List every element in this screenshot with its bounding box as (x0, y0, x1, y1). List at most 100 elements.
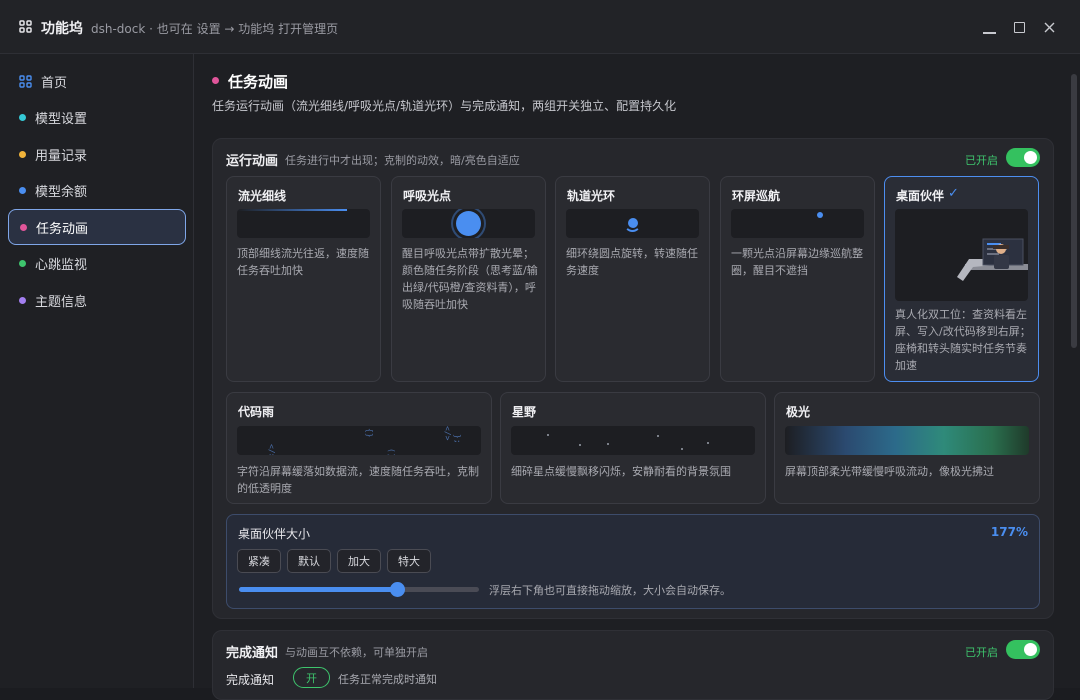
star-dot (657, 435, 659, 437)
card-preview (237, 209, 370, 238)
code-rain-glyph: </> (267, 444, 276, 455)
section-dot (212, 77, 219, 84)
card-description: 屏幕顶部柔光带缓慢呼吸流动，像极光拂过 (785, 465, 994, 478)
star-dot (579, 444, 581, 446)
size-preset-button-1[interactable]: 默认 (287, 549, 331, 573)
maximize-button[interactable] (1009, 17, 1029, 37)
anim-card-0[interactable]: 流光细线顶部细线流光往返，速度随任务吞吐加快 (226, 176, 381, 382)
sidebar-item-6[interactable]: 主题信息 (8, 282, 186, 318)
card-title: 呼吸光点 (403, 189, 452, 203)
scrollbar[interactable] (1071, 74, 1077, 348)
card-title: 环屏巡航 (732, 189, 781, 203)
close-icon (1044, 22, 1054, 32)
size-preset-button-0[interactable]: 紧凑 (237, 549, 281, 573)
size-preset-button-3[interactable]: 特大 (387, 549, 431, 573)
sidebar-item-label: 用量记录 (35, 148, 88, 164)
sidebar-item-2[interactable]: 用量记录 (8, 136, 186, 172)
sidebar-item-label: 模型余额 (35, 185, 88, 200)
card-preview (731, 209, 864, 238)
sidebar-item-5[interactable]: 心跳监视 (8, 246, 186, 282)
run-panel-title: 运行动画 (226, 154, 279, 169)
sidebar-item-label: 模型设置 (35, 112, 88, 127)
grid-icon (19, 20, 32, 33)
sidebar-item-4[interactable]: 任务动画 (8, 209, 186, 245)
card-preview (511, 426, 755, 455)
size-slider-fill (239, 587, 398, 592)
card-title: 轨道光环 (567, 189, 616, 203)
notify-row-label: 完成通知 (226, 673, 275, 687)
anim-card-3[interactable]: 环屏巡航 一颗光点沿屏幕边缘巡航整圈，醒目不遮挡 (720, 176, 875, 382)
orbit-dot (628, 218, 638, 228)
card-title: 流光细线 (238, 189, 287, 203)
nav-dot-icon (19, 114, 26, 121)
home-grid-icon (19, 74, 32, 88)
sidebar-item-label: 任务动画 (36, 221, 89, 237)
run-status-label: 已开启 (965, 154, 998, 167)
breath-dot (456, 211, 481, 236)
size-title: 桌面伙伴大小 (238, 527, 311, 541)
card-title: 代码雨 (238, 405, 275, 419)
run-panel-subtitle: 任务进行中才出现；克制的动效，暗/亮色自适应 (285, 154, 520, 167)
code-rain-glyph: </> (443, 426, 452, 441)
companion-size-box: 桌面伙伴大小 177% 紧凑 默认 加大 特大 浮层右下角也可直接拖动缩放，大小会自动… (226, 514, 1040, 609)
code-rain-glyph: }; (453, 434, 462, 444)
anim-card-4[interactable]: 桌面伙伴 ✓ 真人化双工位：查资料看左屏、写入/改代码移到右屏；座椅和转头随实时任务… (884, 176, 1039, 382)
anim-card-row2-1[interactable]: 星野细碎星点缓慢飘移闪烁，安静耐看的背景氛围 (500, 392, 766, 504)
notify-on-pill[interactable]: 开 (293, 667, 330, 688)
section-title: 任务动画 (228, 73, 289, 91)
anim-card-row2-0[interactable]: 代码雨 </> {} </> ()}; 字符沿屏幕缓落如数据流，速度随任务吞吐，克制的低透… (226, 392, 492, 504)
close-button[interactable] (1039, 17, 1059, 37)
notify-panel-title: 完成通知 (226, 646, 279, 661)
notify-panel (212, 630, 1054, 700)
notify-row-desc: 任务正常完成时通知 (338, 673, 437, 686)
notify-status-label: 已开启 (965, 646, 998, 659)
notify-toggle[interactable] (1006, 640, 1040, 659)
card-title: 桌面伙伴 (896, 189, 945, 203)
minimize-button[interactable] (979, 17, 999, 37)
check-icon: ✓ (948, 186, 959, 201)
code-rain-glyph: () (387, 448, 396, 455)
sidebar-item-label: 首页 (41, 75, 68, 91)
card-description: 细碎星点缓慢飘移闪烁，安静耐看的背景氛围 (511, 465, 731, 478)
anim-card-1[interactable]: 呼吸光点醒目呼吸光点带扩散光晕；颜色随任务阶段（思考蓝/输出绿/代码橙/查资料青… (391, 176, 546, 382)
sidebar-item-1[interactable]: 模型设置 (8, 100, 186, 136)
star-dot (681, 448, 683, 450)
anim-card-2[interactable]: 轨道光环细环绕圆点旋转，转速随任务速度 (555, 176, 710, 382)
desk-companion-illustration (957, 238, 1028, 281)
nav-dot-icon (19, 150, 26, 158)
card-preview (402, 209, 535, 238)
notify-panel-subtitle: 与动画互不依赖，可单独开启 (285, 646, 428, 659)
window-title: 功能坞 (41, 21, 83, 37)
nav-dot-icon (19, 260, 26, 267)
card-preview (785, 426, 1029, 455)
star-dot (547, 434, 549, 436)
section-description: 任务运行动画（流光细线/呼吸光点/轨道光环）与完成通知，两组开关独立、配置持久化 (212, 99, 677, 113)
notify-pill-label: 开 (306, 671, 317, 685)
nav-dot-icon (20, 223, 27, 231)
maximize-icon (1013, 21, 1025, 33)
sidebar-item-3[interactable]: 模型余额 (8, 173, 186, 209)
minimize-icon (982, 32, 996, 34)
sidebar-item-0[interactable]: 首页 (8, 63, 186, 99)
star-dot (607, 443, 609, 445)
anim-card-row2-2[interactable]: 极光屏幕顶部柔光带缓慢呼吸流动，像极光拂过 (774, 392, 1040, 504)
code-rain-glyph: {} (365, 428, 374, 438)
size-preset-button-2[interactable]: 加大 (337, 549, 381, 573)
card-preview: </> {} </> ()}; (237, 426, 481, 455)
nav-dot-icon (19, 296, 26, 304)
card-description: 顶部细线流光往返，速度随任务吞吐加快 (237, 247, 369, 277)
nav-dot-icon (19, 187, 26, 194)
card-preview (895, 209, 1028, 301)
flow-line (237, 209, 347, 211)
run-animation-toggle[interactable] (1006, 148, 1040, 167)
card-title: 星野 (512, 405, 537, 419)
star-dot (707, 442, 709, 444)
card-preview (566, 209, 699, 238)
card-description: 醒目呼吸光点带扩散光晕；颜色随任务阶段（思考蓝/输出绿/代码橙/查资料青），呼吸… (402, 247, 538, 311)
size-slider[interactable] (239, 582, 479, 597)
card-description: 细环绕圆点旋转，转速随任务速度 (566, 247, 698, 277)
patrol-dot (817, 212, 823, 218)
card-description: 真人化双工位：查资料看左屏、写入/改代码移到右屏；座椅和转头随实时任务节奏加速 (895, 308, 1031, 372)
card-title: 极光 (786, 405, 811, 419)
size-slider-knob[interactable] (390, 582, 406, 597)
